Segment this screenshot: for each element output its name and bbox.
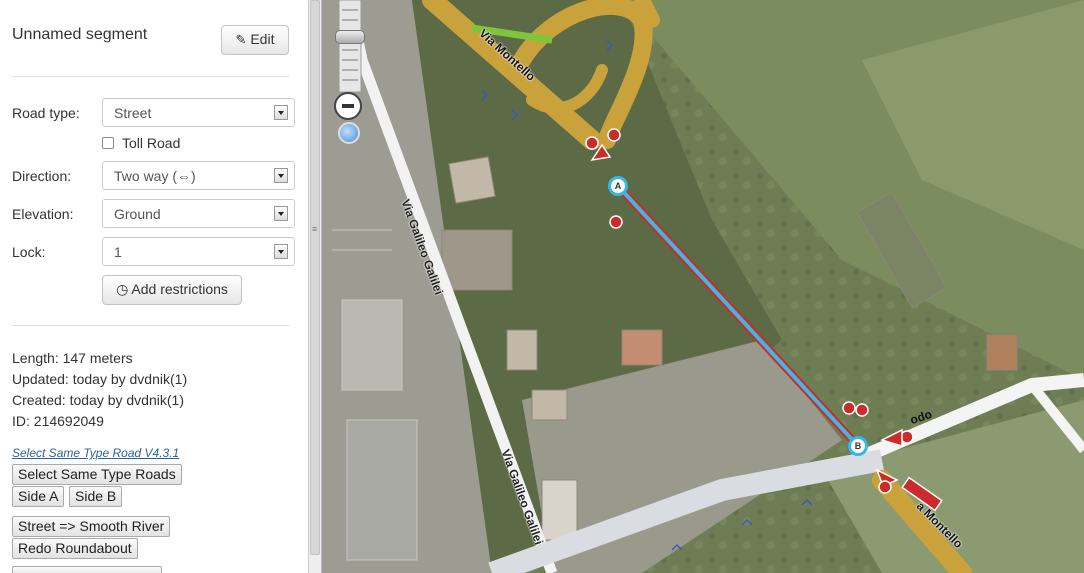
segment-id-text: ID: 214692049 bbox=[12, 413, 104, 429]
elevation-select[interactable]: Ground bbox=[102, 199, 295, 228]
road-type-label: Road type: bbox=[12, 105, 80, 121]
created-text: Created: today by dvdnik(1) bbox=[12, 392, 184, 408]
chevron-down-icon bbox=[274, 206, 288, 221]
divider bbox=[12, 76, 289, 77]
direction-select[interactable]: Two way (⇔) bbox=[102, 161, 295, 190]
lock-select[interactable]: 1 bbox=[102, 237, 295, 266]
scrollbar-thumb[interactable] bbox=[310, 0, 320, 555]
elevation-label: Elevation: bbox=[12, 206, 74, 222]
select-same-type-link[interactable]: Select Same Type Road V4.3.1 bbox=[12, 446, 179, 460]
lock-label: Lock: bbox=[12, 244, 46, 260]
street-smooth-river-button[interactable]: Street => Smooth River bbox=[12, 516, 171, 537]
node-a[interactable]: A bbox=[608, 176, 628, 196]
zoom-out-icon[interactable] bbox=[334, 92, 362, 120]
direction-label: Direction: bbox=[12, 168, 72, 184]
road-type-select[interactable]: Street bbox=[102, 98, 295, 127]
clock-icon: ◷ bbox=[116, 281, 129, 297]
sidebar-scrollbar[interactable] bbox=[308, 0, 322, 573]
side-a-button[interactable]: Side A bbox=[12, 486, 65, 507]
segment-panel: Unnamed segment ✎ Edit Road type: Street… bbox=[0, 0, 308, 573]
elevation-value: Ground bbox=[114, 206, 161, 222]
edit-icon: ✎ bbox=[235, 32, 247, 47]
zoom-slider-handle[interactable] bbox=[335, 30, 365, 44]
divider bbox=[12, 325, 289, 326]
edit-button-label: Edit bbox=[250, 31, 275, 47]
chevron-down-icon bbox=[274, 168, 288, 183]
node-b[interactable]: B bbox=[848, 436, 868, 456]
resize-handle[interactable]: ≡ bbox=[312, 225, 317, 238]
edit-button[interactable]: ✎ Edit bbox=[221, 25, 289, 55]
add-restrictions-button[interactable]: ◷ Add restrictions bbox=[102, 275, 242, 305]
lock-value: 1 bbox=[114, 244, 122, 260]
updated-text: Updated: today by dvdnik(1) bbox=[12, 371, 188, 387]
segment-title: Unnamed segment bbox=[12, 26, 148, 43]
length-text: Length: 147 meters bbox=[12, 350, 133, 366]
add-restrictions-label: Add restrictions bbox=[131, 281, 228, 297]
partial-button[interactable] bbox=[12, 566, 162, 573]
side-b-button[interactable]: Side B bbox=[69, 486, 123, 507]
select-same-type-roads-button[interactable]: Select Same Type Roads bbox=[12, 464, 182, 485]
toll-road-label: Toll Road bbox=[122, 135, 181, 151]
redo-roundabout-button[interactable]: Redo Roundabout bbox=[12, 538, 138, 559]
chevron-down-icon bbox=[274, 244, 288, 259]
toll-road-checkbox[interactable] bbox=[102, 137, 114, 149]
locate-icon[interactable] bbox=[338, 122, 360, 144]
map-view[interactable]: Via Montello Via Galileo Galilei Via Gal… bbox=[322, 0, 1084, 573]
road-type-value: Street bbox=[114, 105, 152, 121]
direction-value: Two way (⇔) bbox=[114, 168, 196, 184]
chevron-down-icon bbox=[274, 105, 288, 120]
